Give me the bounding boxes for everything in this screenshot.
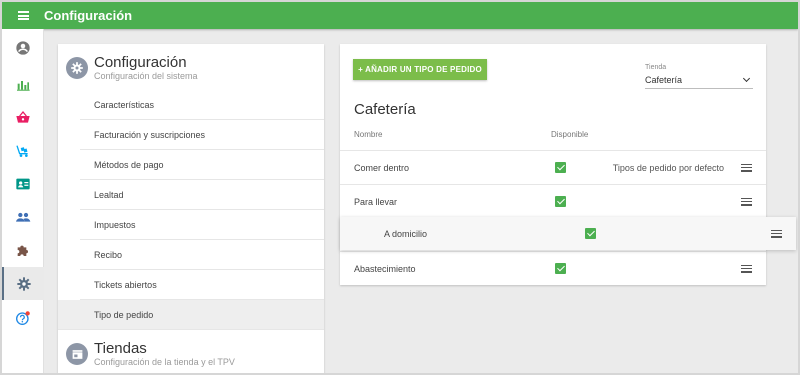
nav-employees[interactable]	[2, 167, 44, 200]
app-title: Configuración	[44, 8, 133, 23]
menu-item-loyalty[interactable]: Lealtad	[80, 180, 324, 210]
config-section-title: Configuración	[94, 53, 187, 71]
top-app-bar: Configuración	[2, 2, 798, 29]
puzzle-icon	[17, 245, 28, 256]
contact-card-icon	[16, 178, 30, 189]
drag-handle-icon[interactable]	[741, 163, 752, 172]
menu-item-taxes[interactable]: Impuestos	[80, 210, 324, 240]
menu-item-features[interactable]: Características	[80, 90, 324, 120]
default-order-types-label: Tipos de pedido por defecto	[612, 162, 724, 173]
store-select-value: Cafetería	[645, 75, 683, 85]
order-type-name: Para llevar	[354, 196, 398, 207]
order-type-row[interactable]: Abastecimiento	[340, 251, 766, 285]
nav-settings[interactable]	[2, 267, 44, 300]
column-header-name: Nombre	[354, 130, 383, 139]
order-type-name: A domicilio	[384, 228, 428, 239]
store-select[interactable]: Tienda Cafetería	[645, 63, 753, 89]
nav-inventory[interactable]	[2, 134, 44, 167]
hamburger-menu-icon[interactable]	[2, 2, 44, 29]
available-checkbox[interactable]	[555, 162, 566, 173]
basket-icon	[16, 110, 30, 123]
order-type-row[interactable]: Comer dentro Tipos de pedido por defecto	[340, 150, 766, 184]
people-icon	[16, 212, 31, 222]
help-icon	[16, 310, 30, 325]
nav-account[interactable]	[2, 31, 44, 64]
store-heading: Cafetería	[354, 101, 416, 118]
cart-icon	[16, 144, 28, 157]
nav-customers[interactable]	[2, 200, 44, 233]
settings-gear-icon	[66, 57, 88, 79]
bar-chart-icon	[17, 80, 30, 91]
stores-section-title: Tiendas	[94, 339, 147, 357]
stores-section-subtitle: Configuración de la tienda y el TPV	[94, 356, 235, 367]
account-circle-icon	[16, 40, 30, 55]
gear-icon	[17, 276, 31, 291]
nav-integrations[interactable]	[2, 233, 44, 266]
drag-handle-icon[interactable]	[741, 197, 752, 206]
app-frame: Configuración Configuración Configuració…	[0, 0, 800, 375]
config-section-header: Configuración Configuración del sistema	[58, 46, 324, 90]
dragging-order-type-row[interactable]: A domicilio	[340, 217, 796, 250]
available-checkbox[interactable]	[555, 263, 566, 274]
column-header-available: Disponible	[551, 130, 589, 139]
menu-item-open-tickets[interactable]: Tickets abiertos	[80, 270, 324, 300]
nav-help[interactable]	[2, 301, 44, 334]
nav-sales[interactable]	[2, 101, 44, 134]
menu-item-payment-methods[interactable]: Métodos de pago	[80, 150, 324, 180]
store-select-field[interactable]: Cafetería	[645, 72, 753, 89]
order-type-row[interactable]: Para llevar	[340, 184, 766, 218]
side-navigation	[2, 29, 44, 373]
menu-item-order-types[interactable]: Tipo de pedido	[58, 300, 324, 330]
stores-section-header[interactable]: Tiendas Configuración de la tienda y el …	[58, 332, 324, 373]
settings-menu-panel: Configuración Configuración del sistema …	[58, 44, 324, 373]
add-order-type-button[interactable]: + AÑADIR UN TIPO DE PEDIDO	[353, 59, 487, 80]
available-checkbox[interactable]	[555, 196, 566, 207]
nav-reports[interactable]	[2, 68, 44, 101]
chevron-down-icon	[742, 74, 751, 83]
settings-menu-list: Características Facturación y suscripcio…	[58, 90, 324, 330]
drag-handle-icon[interactable]	[771, 229, 782, 238]
menu-item-billing[interactable]: Facturación y suscripciones	[80, 120, 324, 150]
menu-item-receipt[interactable]: Recibo	[80, 240, 324, 270]
store-select-label: Tienda	[645, 64, 667, 71]
config-section-subtitle: Configuración del sistema	[94, 70, 198, 81]
drag-handle-icon[interactable]	[741, 264, 752, 273]
order-type-name: Comer dentro	[354, 162, 410, 173]
order-type-name: Abastecimiento	[354, 263, 416, 274]
available-checkbox[interactable]	[585, 228, 596, 239]
store-icon	[66, 343, 88, 365]
